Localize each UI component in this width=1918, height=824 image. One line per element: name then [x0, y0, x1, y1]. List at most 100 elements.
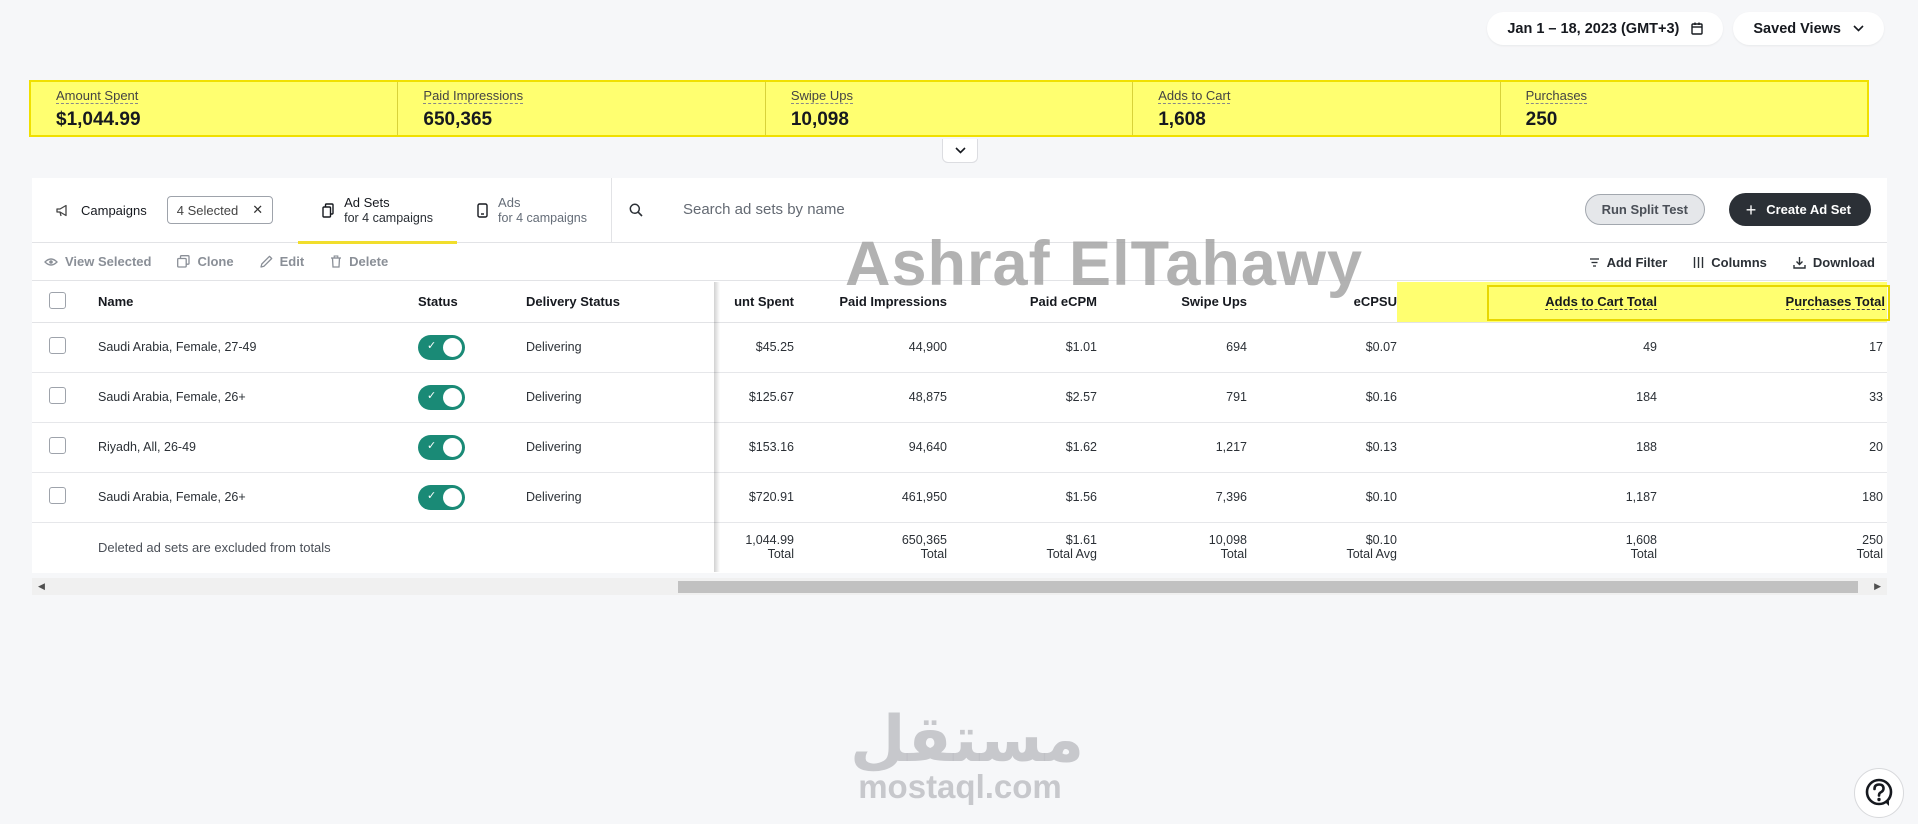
table-row[interactable]: Saudi Arabia, Female, 26+ ✓ Delivering $…: [32, 372, 1887, 423]
table-row[interactable]: Saudi Arabia, Female, 26+ ✓ Delivering $…: [32, 472, 1887, 523]
total-amount-value: 1,044.99: [745, 533, 794, 548]
search-input[interactable]: Search ad sets by name: [683, 201, 845, 219]
metric-amount-spent[interactable]: Amount Spent $1,044.99: [31, 82, 397, 135]
col-header-adds-to-cart[interactable]: Adds to Cart Total: [1397, 282, 1657, 323]
cell-ecpsu: $0.13: [1247, 422, 1397, 473]
totals-note: Deleted ad sets are excluded from totals: [98, 539, 331, 555]
col-header-adds-to-cart-label: Adds to Cart Total: [1545, 294, 1657, 311]
total-ecpm: $1.61 Total Avg: [947, 522, 1097, 572]
cell-ecpsu: $0.16: [1247, 372, 1397, 423]
scroll-right-arrow-icon[interactable]: ▶: [1874, 581, 1881, 592]
total-ecpsu-label: Total Avg: [1346, 547, 1397, 562]
run-split-test-label: Run Split Test: [1601, 202, 1688, 217]
row-checkbox[interactable]: [48, 437, 66, 454]
col-header-delivery[interactable]: Delivery Status: [494, 282, 714, 323]
select-all-checkbox[interactable]: [48, 291, 66, 309]
cell-name[interactable]: Saudi Arabia, Female, 26+: [82, 372, 402, 423]
view-selected-button[interactable]: View Selected: [44, 254, 151, 269]
metric-adds-to-cart[interactable]: Adds to Cart 1,608: [1132, 82, 1499, 135]
scroll-left-arrow-icon[interactable]: ◀: [38, 581, 45, 592]
tab-campaigns[interactable]: Campaigns: [56, 178, 147, 243]
row-select-cell: [32, 472, 82, 523]
row-select-cell: [32, 372, 82, 423]
cell-swipe-ups: 694: [1097, 322, 1247, 373]
table-row[interactable]: Riyadh, All, 26-49 ✓ Delivering $153.16 …: [32, 422, 1887, 473]
metric-value: 250: [1525, 109, 1558, 130]
help-button[interactable]: [1854, 768, 1904, 818]
cell-ecpm: $1.62: [947, 422, 1097, 473]
edit-button[interactable]: Edit: [259, 254, 305, 269]
cell-name[interactable]: Saudi Arabia, Female, 27-49: [82, 322, 402, 373]
edit-label: Edit: [279, 254, 305, 269]
add-filter-button[interactable]: Add Filter: [1589, 243, 1668, 281]
delete-label: Delete: [349, 254, 389, 269]
ad-sets-icon: [322, 202, 334, 218]
table-row[interactable]: Saudi Arabia, Female, 27-49 ✓ Delivering…: [32, 322, 1887, 373]
cell-name[interactable]: Riyadh, All, 26-49: [82, 422, 402, 473]
col-header-purchases[interactable]: Purchases Total: [1657, 282, 1887, 323]
help-icon: [1865, 778, 1893, 806]
cell-swipe-ups: 7,396: [1097, 472, 1247, 523]
cell-amount: $153.16: [714, 422, 794, 473]
cell-delivery: Delivering: [494, 322, 714, 373]
total-impressions-label: Total: [920, 547, 947, 562]
add-filter-label: Add Filter: [1606, 254, 1668, 270]
cell-ecpm: $1.01: [947, 322, 1097, 373]
calendar-icon: [1691, 22, 1704, 35]
cell-purchases: 17: [1657, 322, 1887, 373]
chevron-down-icon: [1853, 25, 1864, 32]
total-amount-label: Total: [767, 547, 794, 562]
columns-button[interactable]: Columns: [1693, 243, 1767, 281]
download-label: Download: [1812, 254, 1875, 270]
metric-paid-impressions[interactable]: Paid Impressions 650,365: [397, 82, 764, 135]
cell-amount: $720.91: [714, 472, 794, 523]
create-ad-set-button[interactable]: + Create Ad Set: [1728, 193, 1871, 226]
total-amount: 1,044.99 Total: [714, 522, 794, 572]
status-toggle[interactable]: ✓: [418, 434, 465, 460]
col-header-name[interactable]: Name: [82, 282, 402, 323]
download-button[interactable]: Download: [1793, 243, 1875, 281]
metric-value: $1,044.99: [56, 109, 141, 130]
cell-amount: $45.25: [714, 322, 794, 373]
status-toggle[interactable]: ✓: [418, 334, 465, 360]
cell-name[interactable]: Saudi Arabia, Female, 26+: [82, 472, 402, 523]
selected-campaigns-chip[interactable]: 4 Selected ✕: [166, 196, 274, 224]
row-checkbox[interactable]: [48, 337, 66, 354]
status-toggle[interactable]: ✓: [418, 484, 465, 510]
tab-ads-title: Ads: [498, 195, 521, 210]
saved-views-dropdown[interactable]: Saved Views: [1733, 12, 1884, 45]
row-checkbox[interactable]: [48, 387, 66, 404]
columns-label: Columns: [1711, 254, 1767, 270]
total-ecpsu: $0.10 Total Avg: [1247, 522, 1397, 572]
metric-label: Paid Impressions: [423, 88, 524, 104]
col-header-amount-spent[interactable]: unt Spent: [714, 282, 794, 323]
cell-adds-to-cart: 49: [1397, 322, 1657, 373]
col-header-status[interactable]: Status: [402, 282, 494, 323]
tab-ad-sets-title: Ad Sets: [344, 195, 390, 210]
metrics-collapse-button[interactable]: [942, 139, 978, 163]
check-icon: ✓: [427, 389, 437, 402]
search-placeholder: Search ad sets by name: [682, 201, 845, 218]
horizontal-scrollbar[interactable]: ◀ ▶: [32, 578, 1887, 595]
scrollbar-thumb[interactable]: [678, 581, 1858, 593]
cell-purchases: 180: [1657, 472, 1887, 523]
watermark-logo-arabic: مستقل: [850, 703, 1085, 777]
total-impressions: 650,365 Total: [794, 522, 947, 572]
total-adds-to-cart-label: Total: [1630, 547, 1657, 562]
delete-button[interactable]: Delete: [330, 254, 388, 269]
close-icon[interactable]: ✕: [252, 202, 263, 218]
tab-ads[interactable]: Ads for 4 campaigns: [477, 178, 611, 243]
tab-ads-subtitle: for 4 campaigns: [498, 211, 587, 225]
view-selected-label: View Selected: [65, 254, 152, 269]
watermark-logo-english: mostaql.com: [858, 768, 1062, 805]
status-toggle[interactable]: ✓: [418, 384, 465, 410]
ad-sets-table: Name Status Delivery Status unt Spent Pa…: [32, 282, 1887, 572]
tab-ad-sets[interactable]: Ad Sets for 4 campaigns: [298, 178, 457, 244]
saved-views-label: Saved Views: [1753, 20, 1841, 37]
metric-purchases[interactable]: Purchases 250: [1499, 82, 1867, 135]
date-range-picker[interactable]: Jan 1 – 18, 2023 (GMT+3): [1487, 12, 1724, 45]
row-checkbox[interactable]: [48, 487, 66, 504]
metric-swipe-ups[interactable]: Swipe Ups 10,098: [764, 82, 1132, 135]
clone-button[interactable]: Clone: [177, 254, 234, 269]
run-split-test-button[interactable]: Run Split Test: [1584, 194, 1705, 225]
